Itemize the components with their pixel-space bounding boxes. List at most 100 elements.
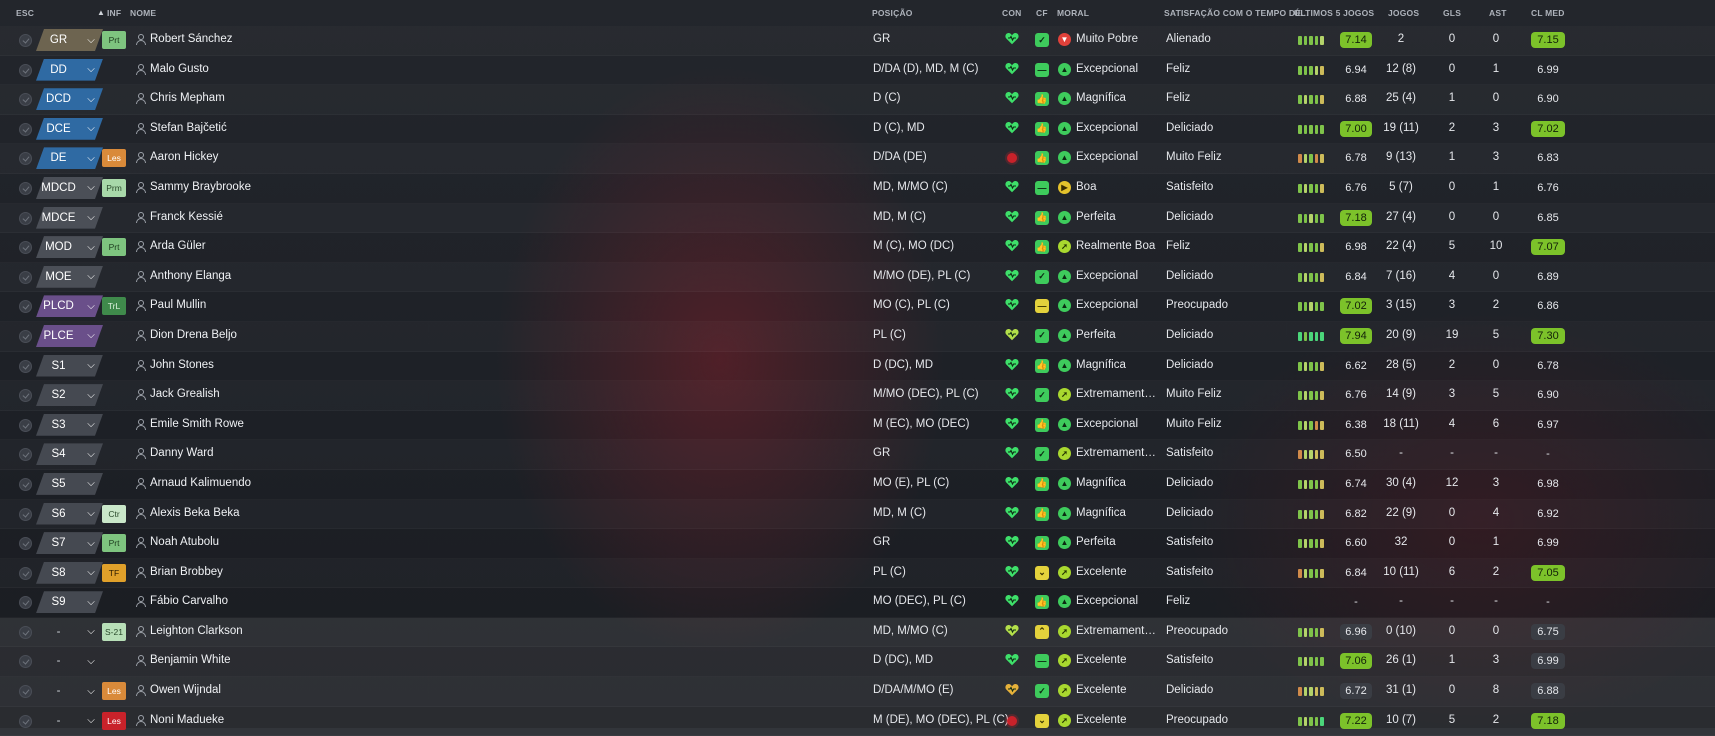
selection-dropdown[interactable]: DCE ⌵ [36, 118, 103, 140]
sort-ascending-icon[interactable]: ▲ [97, 8, 105, 17]
chevron-down-icon[interactable]: ⌵ [81, 271, 101, 282]
table-row[interactable]: S2 ⌵ Jack Grealish M/MO (DEC), PL (C) ✓ ➚ Extr… [0, 381, 1715, 411]
table-row[interactable]: S7 ⌵ Prt Noah Atubolu GR 👍 ▲ Perfeita Satisfeito… [0, 529, 1715, 559]
player-name[interactable]: Leighton Clarkson [150, 625, 243, 637]
col-esc[interactable]: ESC [16, 8, 34, 18]
col-cf[interactable]: CF [1036, 8, 1048, 18]
match-sharpness-icon[interactable]: ✓ [1035, 388, 1049, 403]
person-icon[interactable] [136, 537, 146, 549]
condition-heart-icon[interactable] [1005, 210, 1019, 224]
match-sharpness-icon[interactable]: — [1035, 180, 1049, 195]
condition-heart-icon[interactable] [1005, 624, 1019, 638]
condition-heart-icon[interactable] [1005, 358, 1019, 372]
match-sharpness-icon[interactable]: 👍 [1035, 595, 1049, 610]
table-row[interactable]: S5 ⌵ Arnaud Kalimuendo MO (E), PL (C) 👍 ▲ Magn… [0, 470, 1715, 500]
chevron-down-icon[interactable]: ⌵ [81, 94, 101, 105]
selection-dropdown[interactable]: PLCD ⌵ [36, 295, 103, 317]
table-row[interactable]: S1 ⌵ John Stones D (DC), MD 👍 ▲ Magnífica Delic… [0, 352, 1715, 382]
info-badge[interactable]: TF [102, 563, 126, 582]
condition-heart-icon[interactable] [1005, 269, 1019, 283]
col-ast[interactable]: AST [1489, 8, 1507, 18]
selection-dropdown[interactable]: MOE ⌵ [36, 266, 103, 288]
person-icon[interactable] [136, 241, 146, 253]
select-checkbox[interactable] [19, 122, 32, 136]
info-badge[interactable]: Prt [102, 31, 126, 49]
selection-dropdown[interactable]: MDCD ⌵ [36, 177, 103, 199]
condition-heart-icon[interactable] [1005, 417, 1019, 431]
player-name[interactable]: Stefan Bajčetić [150, 122, 227, 134]
table-row[interactable]: MOE ⌵ Anthony Elanga M/MO (DE), PL (C) ✓ ▲ Exc… [0, 263, 1715, 293]
person-icon[interactable] [136, 418, 146, 431]
player-name[interactable]: Franck Kessié [150, 211, 223, 223]
select-checkbox[interactable] [19, 152, 32, 166]
player-name[interactable]: Aaron Hickey [150, 151, 218, 163]
select-checkbox[interactable] [19, 93, 32, 107]
select-checkbox[interactable] [19, 181, 32, 195]
selection-dropdown[interactable]: S2 ⌵ [36, 384, 103, 406]
person-icon[interactable] [136, 122, 146, 135]
person-icon[interactable] [136, 34, 146, 46]
col-satisfacao[interactable]: SATISFAÇÃO COM O TEMPO DE... [1164, 8, 1309, 18]
selection-dropdown[interactable]: S5 ⌵ [36, 473, 103, 495]
selection-dropdown[interactable]: PLCE ⌵ [36, 325, 103, 347]
selection-dropdown[interactable]: DD ⌵ [36, 59, 103, 81]
condition-heart-icon[interactable] [1005, 32, 1019, 46]
select-checkbox[interactable] [19, 211, 32, 225]
condition-heart-icon[interactable] [1005, 446, 1019, 460]
col-inf[interactable]: INF [107, 8, 121, 18]
chevron-down-icon[interactable]: ⌵ [81, 390, 101, 401]
person-icon[interactable] [136, 270, 146, 283]
match-sharpness-icon[interactable]: 👍 [1035, 476, 1049, 491]
table-row[interactable]: - ⌵ Les Owen Wijndal D/DA/M/MO (E) ✓ ➚ Excelent… [0, 677, 1715, 707]
person-icon[interactable] [136, 152, 146, 164]
col-con[interactable]: CON [1002, 8, 1022, 18]
chevron-down-icon[interactable]: ⌵ [81, 478, 101, 489]
player-name[interactable]: John Stones [150, 359, 214, 371]
info-badge[interactable]: TrL [102, 297, 126, 316]
select-checkbox[interactable] [19, 566, 32, 580]
table-row[interactable]: - ⌵ Benjamin White D (DC), MD — ➚ Excelente Sat… [0, 647, 1715, 678]
col-gls[interactable]: GLS [1443, 8, 1461, 18]
chevron-down-icon[interactable]: ⌵ [81, 686, 101, 697]
selection-dropdown[interactable]: - ⌵ [36, 710, 103, 732]
condition-heart-icon[interactable] [1005, 506, 1019, 520]
match-sharpness-icon[interactable]: ⌄ [1035, 713, 1049, 728]
match-sharpness-icon[interactable]: ✓ [1035, 33, 1049, 47]
player-name[interactable]: Sammy Braybrooke [150, 181, 251, 193]
condition-heart-icon[interactable] [1005, 476, 1019, 490]
table-row[interactable]: S9 ⌵ Fábio Carvalho MO (DEC), PL (C) 👍 ▲ Excep… [0, 588, 1715, 618]
col-moral[interactable]: MORAL [1057, 8, 1089, 18]
person-icon[interactable] [136, 507, 146, 520]
table-row[interactable]: S4 ⌵ Danny Ward GR ✓ ➚ Extremamente... Satisfei… [0, 440, 1715, 470]
table-row[interactable]: MDCD ⌵ Prm Sammy Braybrooke MD, M/MO (C) — ▶ Bo… [0, 174, 1715, 204]
info-badge[interactable]: Prm [102, 178, 126, 197]
table-row[interactable]: PLCE ⌵ Dion Drena Beljo PL (C) ✓ ▲ Perfeita Del… [0, 322, 1715, 352]
select-checkbox[interactable] [19, 537, 32, 551]
select-checkbox[interactable] [19, 300, 32, 314]
selection-dropdown[interactable]: S8 ⌵ [36, 562, 103, 584]
person-icon[interactable] [136, 685, 146, 697]
person-icon[interactable] [136, 300, 146, 312]
table-row[interactable]: MDCE ⌵ Franck Kessié MD, M (C) 👍 ▲ Perfeita Del… [0, 204, 1715, 234]
chevron-down-icon[interactable]: ⌵ [81, 242, 101, 253]
player-name[interactable]: Anthony Elanga [150, 270, 231, 282]
chevron-down-icon[interactable]: ⌵ [81, 301, 101, 312]
condition-heart-icon[interactable] [1005, 62, 1019, 76]
player-name[interactable]: Jack Grealish [150, 388, 220, 400]
chevron-down-icon[interactable]: ⌵ [81, 64, 101, 75]
col-posicao[interactable]: POSIÇÃO [872, 8, 913, 18]
condition-heart-icon[interactable] [1005, 594, 1019, 608]
match-sharpness-icon[interactable]: — [1035, 654, 1049, 669]
table-row[interactable]: MOD ⌵ Prt Arda Güler M (C), MO (DC) 👍 ➚ Realmen… [0, 233, 1715, 263]
player-name[interactable]: Danny Ward [150, 447, 214, 459]
player-name[interactable]: Fábio Carvalho [150, 595, 228, 607]
match-sharpness-icon[interactable]: 👍 [1035, 92, 1049, 107]
condition-heart-icon[interactable] [1005, 180, 1019, 194]
select-checkbox[interactable] [19, 63, 32, 77]
col-nome[interactable]: NOME [130, 8, 156, 18]
condition-heart-icon[interactable] [1005, 298, 1019, 312]
select-checkbox[interactable] [19, 448, 32, 462]
chevron-down-icon[interactable]: ⌵ [81, 35, 101, 46]
info-badge[interactable]: Les [102, 149, 126, 168]
col-clmed[interactable]: CL MED [1531, 8, 1565, 18]
